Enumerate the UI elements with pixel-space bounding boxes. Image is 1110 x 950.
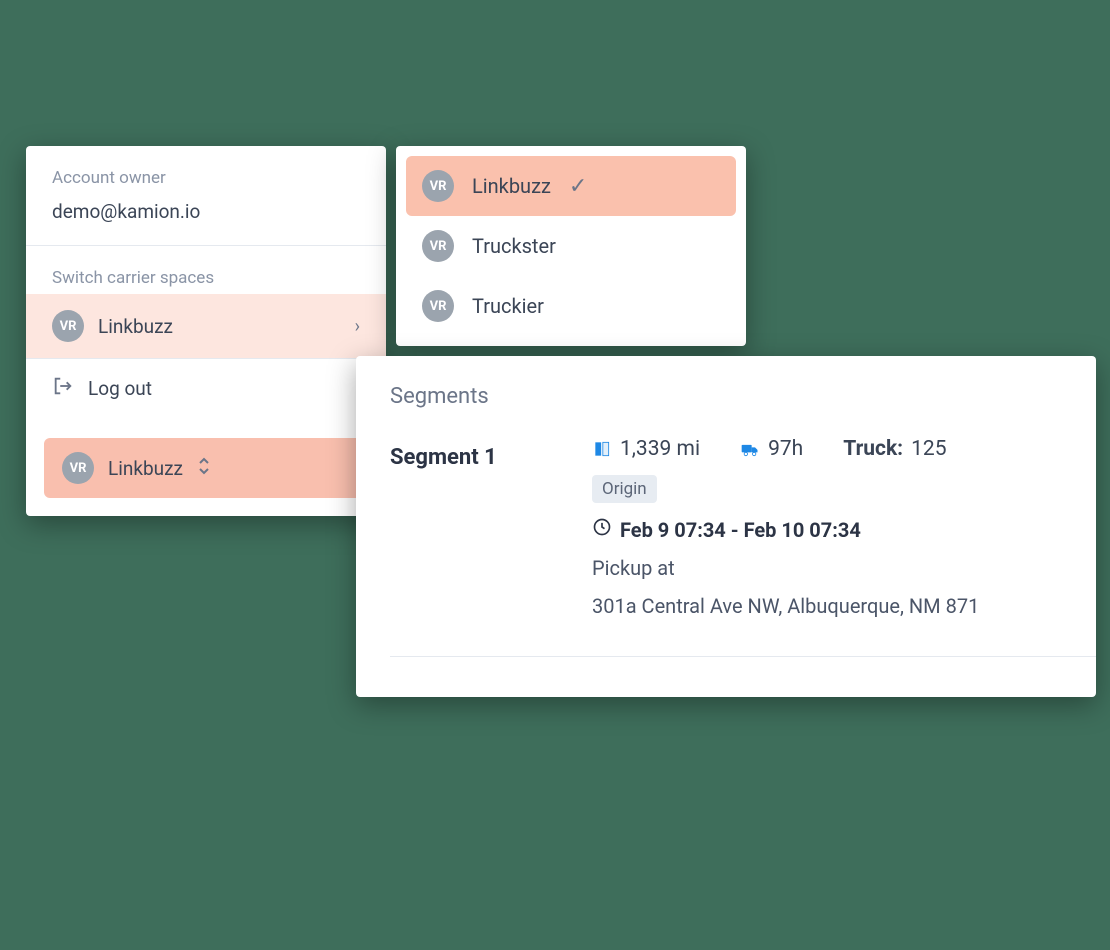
carrier-badge-icon: VR (422, 290, 454, 322)
segment-name: Segment 1 (390, 437, 540, 470)
distance-value: 1,339 mi (620, 437, 700, 461)
truck-value: 125 (911, 437, 946, 461)
distance-stat: 1,339 mi (592, 437, 700, 461)
current-carrier-name: Linkbuzz (98, 315, 341, 338)
chevron-right-icon: › (355, 316, 360, 337)
truck-label: Truck: (843, 437, 903, 461)
pickup-address: 301a Central Ave NW, Albuquerque, NM 871 (592, 594, 1096, 618)
map-icon (592, 439, 612, 459)
updown-icon (197, 456, 211, 481)
segment-body: 1,339 mi 97h Truck: 125 Origin (592, 437, 1096, 618)
logout-label: Log out (88, 377, 152, 400)
logout-icon (52, 375, 74, 402)
carrier-option-label: Truckier (472, 294, 544, 318)
divider (390, 656, 1096, 657)
switch-carrier-label: Switch carrier spaces (26, 246, 386, 294)
carrier-option-label: Linkbuzz (472, 174, 551, 198)
origin-badge: Origin (592, 475, 657, 503)
segment-stats: 1,339 mi 97h Truck: 125 (592, 437, 1096, 461)
logout-button[interactable]: Log out (26, 359, 386, 418)
carrier-dropdown: VR Linkbuzz ✓ VR Truckster VR Truckier (396, 146, 746, 346)
current-carrier-item[interactable]: VR Linkbuzz › (26, 294, 386, 358)
check-icon: ✓ (569, 174, 587, 199)
footer-carrier-badge-icon: VR (62, 452, 94, 484)
truck-id-stat: Truck: 125 (843, 437, 946, 461)
carrier-badge-icon: VR (52, 310, 84, 342)
clock-icon (592, 517, 612, 542)
segments-title: Segments (390, 384, 1096, 409)
segments-panel: Segments Segment 1 1,339 mi 97h Tru (356, 356, 1096, 697)
carrier-badge-icon: VR (422, 170, 454, 202)
carrier-badge-icon: VR (422, 230, 454, 262)
duration-value: 97h (768, 437, 803, 461)
time-window-value: Feb 9 07:34 - Feb 10 07:34 (620, 518, 861, 542)
segment-row: Segment 1 1,339 mi 97h Truck: 125 (390, 437, 1096, 618)
carrier-option-label: Truckster (472, 234, 556, 258)
footer-carrier-name: Linkbuzz (108, 457, 183, 480)
account-owner-section: Account owner demo@kamion.io (26, 146, 386, 246)
carrier-option-truckier[interactable]: VR Truckier (406, 276, 736, 336)
segment-time-window: Feb 9 07:34 - Feb 10 07:34 (592, 517, 1096, 542)
footer-carrier-switcher[interactable]: VR Linkbuzz (44, 438, 368, 498)
account-menu-panel: Account owner demo@kamion.io Switch carr… (26, 146, 386, 516)
account-owner-label: Account owner (26, 146, 386, 194)
account-owner-value: demo@kamion.io (26, 194, 386, 245)
logout-section: Log out (26, 359, 386, 418)
carrier-option-linkbuzz[interactable]: VR Linkbuzz ✓ (406, 156, 736, 216)
switch-carrier-section: Switch carrier spaces VR Linkbuzz › (26, 246, 386, 359)
pickup-prefix: Pickup at (592, 556, 1096, 580)
carrier-option-truckster[interactable]: VR Truckster (406, 216, 736, 276)
duration-stat: 97h (740, 437, 803, 461)
truck-icon (740, 439, 760, 459)
